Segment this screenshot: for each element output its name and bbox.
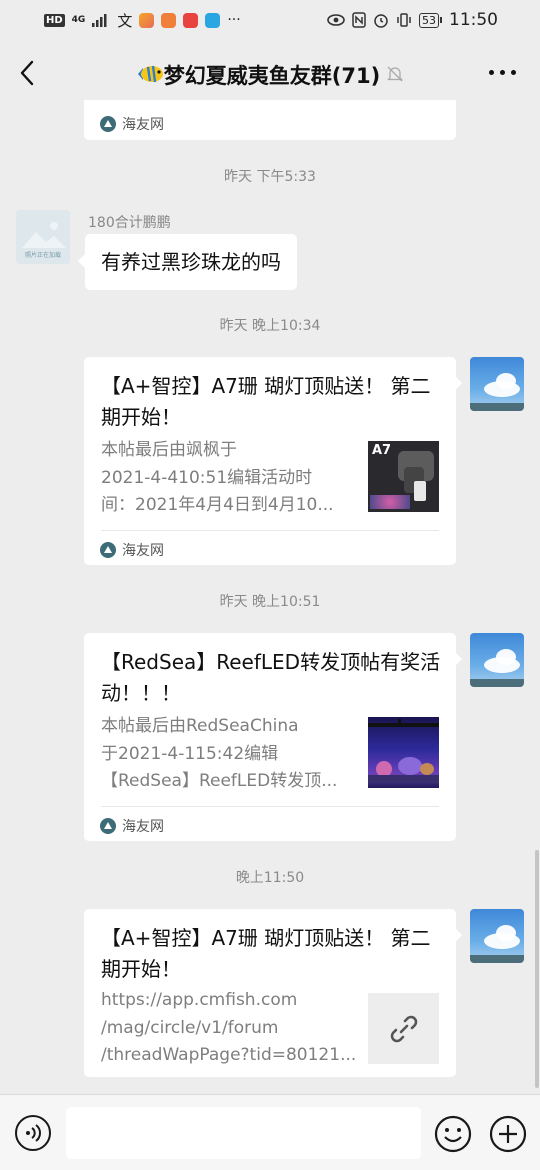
timestamp: 晚上11:50 bbox=[235, 870, 305, 886]
dot-icon bbox=[500, 70, 505, 75]
card-divider bbox=[101, 806, 439, 807]
more-notifications-icon: ··· bbox=[227, 12, 241, 28]
card-description: 本帖最后由飒枫于 2021-4-410:51编辑活动时 间：2021年4月4日到… bbox=[101, 437, 334, 520]
desc-line: 本帖最后由RedSeaChina bbox=[101, 716, 299, 736]
alarm-icon bbox=[374, 14, 388, 28]
voice-icon bbox=[26, 1124, 41, 1142]
card-source: 海友网 bbox=[100, 540, 164, 560]
avatar-caption: 照片正在加载 bbox=[24, 252, 61, 259]
dot-icon bbox=[511, 70, 516, 75]
signal-icon bbox=[92, 14, 107, 27]
more-options-button[interactable] bbox=[489, 70, 516, 75]
card-description: 本帖最后由RedSeaChina 于2021-4-115:42编辑 【RedSe… bbox=[101, 713, 337, 796]
card-title: 【RedSea】ReefLED转发顶帖有奖活动！！！ bbox=[101, 650, 441, 705]
link-thumbnail bbox=[368, 993, 439, 1064]
link-card-partial[interactable]: 海友网 bbox=[84, 100, 456, 140]
source-name: 海友网 bbox=[122, 543, 164, 559]
haiyou-logo-icon bbox=[100, 818, 116, 834]
chat-header: 梦幻夏威夷鱼友群(71) bbox=[0, 40, 540, 106]
battery-icon: 53 bbox=[419, 12, 442, 28]
haiyou-logo-icon bbox=[100, 542, 116, 558]
card-thumbnail bbox=[368, 717, 439, 788]
sender-name: 180合计鹏鹏 bbox=[88, 215, 171, 231]
card-divider bbox=[101, 530, 439, 531]
input-method-indicator: 文 bbox=[117, 11, 133, 30]
nfc-icon bbox=[352, 12, 366, 28]
timestamp: 昨天 晚上10:34 bbox=[219, 318, 321, 334]
tropical-fish-icon bbox=[137, 65, 163, 83]
desc-line: /mag/circle/v1/forum bbox=[101, 1017, 279, 1038]
voice-input-button[interactable] bbox=[15, 1115, 51, 1151]
card-title: 【A+智控】A7珊 瑚灯顶贴送！ 第二期开始！ bbox=[101, 926, 431, 981]
link-card[interactable]: 【RedSea】ReefLED转发顶帖有奖活动！！！ 本帖最后由RedSeaCh… bbox=[84, 633, 456, 841]
my-avatar[interactable] bbox=[470, 357, 524, 411]
status-bar: HD 4G 文 ··· 53 11:50 bbox=[0, 0, 540, 40]
group-name: 梦幻夏威夷鱼友群(71) bbox=[163, 64, 381, 88]
card-source: 海友网 bbox=[100, 816, 164, 836]
desc-line: 2021-4-410:51编辑活动时 bbox=[101, 467, 313, 488]
vibrate-icon bbox=[397, 13, 411, 27]
haiyou-logo-icon bbox=[100, 116, 116, 132]
desc-line: https://app.cmfish.com bbox=[101, 990, 298, 1010]
source-name: 海友网 bbox=[122, 117, 164, 133]
desc-line: 【RedSea】ReefLED转发顶... bbox=[101, 771, 338, 791]
desc-line: 间：2021年4月4日到4月10... bbox=[101, 495, 334, 515]
card-title: 【A+智控】A7珊 瑚灯顶贴送！ 第二期开始！ bbox=[101, 374, 431, 429]
hd-badge: HD bbox=[44, 13, 65, 27]
my-avatar[interactable] bbox=[470, 909, 524, 963]
input-bar bbox=[0, 1094, 540, 1170]
card-thumbnail: A7 bbox=[368, 441, 439, 512]
desc-line: 于2021-4-115:42编辑 bbox=[101, 743, 279, 764]
thumbnail-label: A7 bbox=[372, 443, 392, 458]
message-input[interactable] bbox=[66, 1107, 421, 1159]
app-notification-icon bbox=[161, 12, 177, 28]
mute-bell-icon bbox=[387, 66, 404, 82]
eye-icon bbox=[327, 14, 345, 26]
link-icon bbox=[390, 1015, 417, 1042]
app-notification-icon bbox=[183, 12, 199, 28]
timestamp: 昨天 下午5:33 bbox=[224, 169, 316, 185]
scrollbar[interactable] bbox=[535, 850, 539, 1088]
app-notification-icon bbox=[205, 12, 221, 28]
clock: 11:50 bbox=[449, 10, 498, 30]
my-avatar[interactable] bbox=[470, 633, 524, 687]
sender-avatar[interactable]: 照片正在加载 bbox=[16, 210, 70, 264]
plus-icon[interactable] bbox=[489, 1115, 527, 1153]
text-message-bubble[interactable]: 有养过黑珍珠龙的吗 bbox=[85, 234, 297, 290]
network-type: 4G bbox=[71, 14, 86, 25]
app-notification-icon bbox=[139, 12, 155, 28]
emoji-icon[interactable] bbox=[434, 1115, 472, 1153]
source-name: 海友网 bbox=[122, 819, 164, 835]
status-left: HD 4G 文 ··· bbox=[44, 10, 241, 31]
desc-line: 本帖最后由飒枫于 bbox=[101, 440, 237, 460]
chat-title: 梦幻夏威夷鱼友群(71) bbox=[0, 60, 540, 90]
card-source: 海友网 bbox=[100, 114, 164, 134]
status-right: 53 11:50 bbox=[327, 10, 498, 30]
link-card[interactable]: 【A+智控】A7珊 瑚灯顶贴送！ 第二期开始！ 本帖最后由飒枫于 2021-4-… bbox=[84, 357, 456, 565]
card-description: https://app.cmfish.com /mag/circle/v1/fo… bbox=[101, 987, 356, 1070]
battery-level: 53 bbox=[419, 12, 439, 28]
timestamp: 昨天 晚上10:51 bbox=[219, 594, 321, 610]
link-card[interactable]: 【A+智控】A7珊 瑚灯顶贴送！ 第二期开始！ https://app.cmfi… bbox=[84, 909, 456, 1077]
dot-icon bbox=[489, 70, 494, 75]
desc-line: /threadWapPage?tid=80121... bbox=[101, 1045, 357, 1065]
